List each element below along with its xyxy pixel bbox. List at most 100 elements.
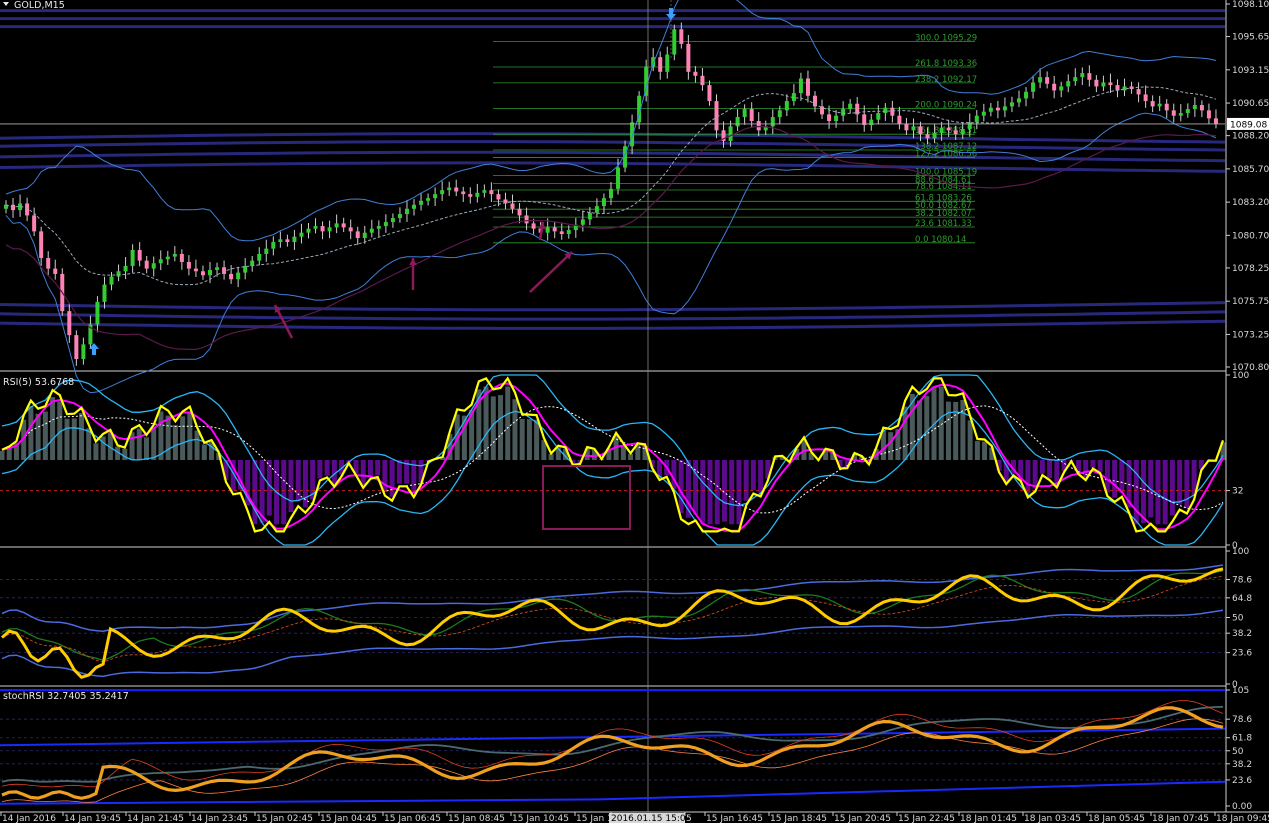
price-y-tick-label-0: 1098.10 <box>1232 0 1269 10</box>
channel-band-7 <box>0 301 1226 312</box>
candle-body-66 <box>468 194 473 197</box>
rsi-hist-bar-5 <box>35 413 41 460</box>
price-y-tick-label-5: 1085.70 <box>1232 165 1269 175</box>
osc-main-line <box>1 567 1224 680</box>
candle-body-96 <box>679 29 684 44</box>
candle-body-129 <box>911 126 916 131</box>
channel-band-8 <box>0 310 1226 321</box>
candle-body-18 <box>130 249 135 266</box>
rsi-hist-bar-17 <box>122 448 128 460</box>
osc-y-tick-label-0: 100 <box>1232 547 1249 557</box>
candle-body-56 <box>397 214 402 219</box>
candle-body-136 <box>960 128 965 135</box>
candle-body-103 <box>728 126 733 141</box>
candle-body-57 <box>404 208 409 215</box>
rsi-hist-bar-7 <box>50 397 56 460</box>
rsi-hist-bar-1 <box>6 447 12 460</box>
stoch-y-tick-label-1: 78.6 <box>1232 715 1252 725</box>
rsi-hist-bar-161 <box>1162 460 1168 525</box>
rsi-hist-bar-19 <box>136 428 142 460</box>
rsi-hist-bar-68 <box>490 396 496 460</box>
candle-body-171 <box>1206 110 1211 119</box>
candle-body-168 <box>1185 109 1190 114</box>
candle-body-94 <box>665 54 670 72</box>
rsi-hist-bar-9 <box>64 418 70 460</box>
candle-body-130 <box>918 126 923 135</box>
candle-body-49 <box>348 227 353 232</box>
candle-body-42 <box>299 232 304 237</box>
rsi-hist-bar-28 <box>201 444 207 460</box>
rsi-hist-bar-72 <box>519 418 525 460</box>
candle-body-109 <box>770 117 775 127</box>
chart-canvas: 300.0 1095.29 261.8 1093.36 238.2 1092.17 2… <box>0 0 1269 823</box>
candle-body-4 <box>32 215 37 232</box>
rsi-hist-bar-45 <box>324 460 330 476</box>
rsi-hist-bar-50 <box>360 460 366 486</box>
candle-body-89 <box>630 122 635 147</box>
rsi-hist-bar-128 <box>924 396 930 460</box>
stoch-y-tick-label-3: 50 <box>1232 747 1244 757</box>
candle-body-147 <box>1038 77 1043 83</box>
osc-y-tick-label-4: 38.2 <box>1232 629 1252 639</box>
channel-band-5 <box>0 150 1226 163</box>
chart-title: GOLD,M15 <box>14 0 65 11</box>
rsi-hist-bar-135 <box>974 441 980 460</box>
candle-body-45 <box>320 226 325 232</box>
rsi-hist-bar-41 <box>295 460 301 502</box>
candle-body-149 <box>1052 83 1057 91</box>
rsi-hist-bar-103 <box>743 460 749 501</box>
rsi-hist-bar-101 <box>729 460 735 525</box>
rsi-hist-bar-39 <box>281 460 287 525</box>
candle-body-31 <box>222 267 227 274</box>
candle-body-127 <box>897 115 902 124</box>
candle-body-105 <box>742 109 747 118</box>
osc-y-tick-label-3: 50 <box>1232 614 1244 624</box>
rsi-hist-bar-146 <box>1054 460 1060 485</box>
candle-body-77 <box>545 227 550 233</box>
price-y-tick-label-8: 1078.25 <box>1232 264 1269 274</box>
candle-body-82 <box>580 219 585 225</box>
candle-body-98 <box>693 71 698 76</box>
fib-label-2: 238.2 1092.17 <box>915 75 977 85</box>
x-tick-label-12: 15 Jan 16:45 <box>706 814 763 823</box>
x-tick-label-13: 15 Jan 18:45 <box>770 814 827 823</box>
candle-body-122 <box>862 114 867 125</box>
x-tick-label-5: 15 Jan 04:45 <box>320 814 377 823</box>
osc-signal-line <box>1 576 1224 663</box>
candle-body-151 <box>1066 81 1071 87</box>
candle-body-61 <box>433 194 438 199</box>
candle-body-17 <box>123 265 128 272</box>
candle-body-93 <box>658 57 663 72</box>
candle-body-10 <box>74 335 79 360</box>
rsi-hist-bar-97 <box>700 460 706 525</box>
candle-body-156 <box>1101 82 1106 87</box>
rsi-hist-bar-131 <box>945 401 951 460</box>
candle-body-74 <box>524 215 529 224</box>
rsi-band-lower <box>1 410 1224 546</box>
stochrsi-panel <box>0 689 1226 805</box>
x-tick-label-14: 15 Jan 20:45 <box>834 814 891 823</box>
rsi-hist-bar-134 <box>967 420 973 460</box>
rsi-hist-bar-10 <box>71 418 77 460</box>
candle-body-41 <box>292 236 297 243</box>
candle-body-52 <box>369 228 374 233</box>
rsi-hist-bar-96 <box>693 460 699 515</box>
current-price-label: 1089.08 <box>1230 120 1267 130</box>
x-tick-label-20: 18 Jan 09:45 <box>1216 814 1269 823</box>
rsi-hist-bar-20 <box>143 437 149 460</box>
rsi-hist-bar-74 <box>534 419 540 460</box>
fib-label-0: 300.0 1095.29 <box>915 33 977 43</box>
candle-body-154 <box>1087 73 1092 80</box>
candle-body-60 <box>426 198 431 201</box>
price-y-tick-label-6: 1083.20 <box>1232 198 1269 208</box>
rsi-hist-bar-69 <box>498 395 504 460</box>
candle-body-169 <box>1192 105 1197 110</box>
fib-label-3: 200.0 1090.24 <box>915 101 977 111</box>
chevron-down-icon[interactable] <box>3 2 9 6</box>
candle-body-80 <box>566 230 571 235</box>
candle-body-153 <box>1080 73 1085 78</box>
candle-body-124 <box>876 113 881 120</box>
candle-body-53 <box>376 226 381 229</box>
rsi-hist-bar-99 <box>714 460 720 525</box>
channel-band-4 <box>0 140 1226 152</box>
